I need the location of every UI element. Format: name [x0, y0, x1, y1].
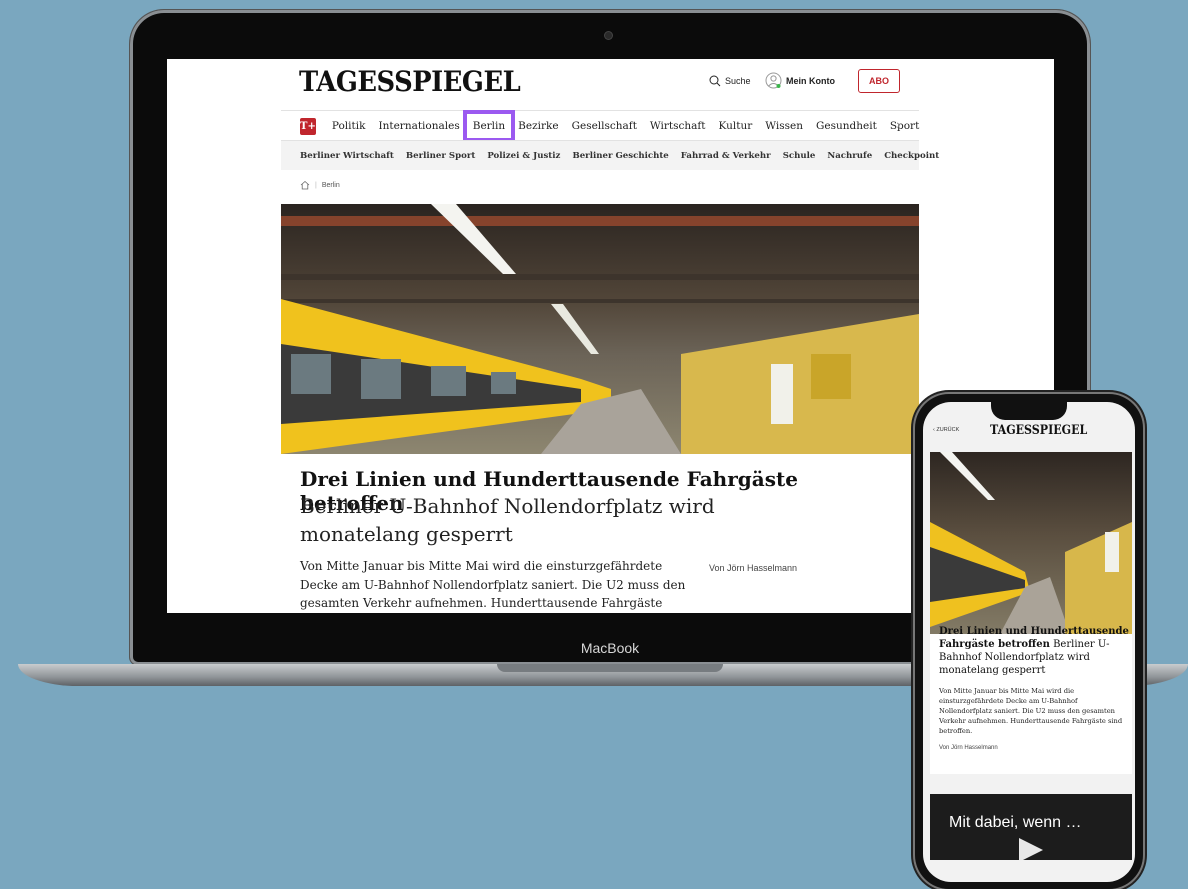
- subnav-item[interactable]: Checkpoint: [884, 151, 939, 161]
- website: TAGESSPIEGEL Suche Mein Konto ABO T+ Pol…: [281, 59, 939, 613]
- phone-video-teaser[interactable]: Mit dabei, wenn …: [930, 794, 1132, 860]
- phone-subway-photo: [930, 452, 1132, 634]
- search-label: Suche: [725, 76, 751, 86]
- subnav-item[interactable]: Berliner Wirtschaft: [300, 151, 394, 161]
- phone-notch: [991, 402, 1067, 420]
- subway-photo: [281, 204, 919, 454]
- nav-internationales[interactable]: Internationales: [378, 120, 459, 132]
- tplus-icon[interactable]: T+: [300, 117, 316, 135]
- subnav-item[interactable]: Schule: [783, 151, 816, 161]
- subnav-item[interactable]: Fahrrad & Verkehr: [681, 151, 771, 161]
- laptop-base-notch: [497, 664, 723, 672]
- account-button[interactable]: Mein Konto: [765, 72, 835, 89]
- subnav-item[interactable]: Berliner Geschichte: [572, 151, 668, 161]
- phone-article-teaser: Von Mitte Januar bis Mitte Mai wird die …: [939, 687, 1123, 735]
- play-icon[interactable]: [1019, 838, 1043, 860]
- nav-gesellschaft[interactable]: Gesellschaft: [572, 120, 637, 132]
- nav-politik[interactable]: Politik: [332, 120, 366, 132]
- camera-icon: [605, 32, 612, 39]
- article-byline[interactable]: Von Jörn Hasselmann: [709, 563, 797, 573]
- nav-gesundheit[interactable]: Gesundheit: [816, 120, 877, 132]
- nav-bezirke[interactable]: Bezirke: [518, 120, 558, 132]
- phone-hero-image: [930, 452, 1132, 634]
- nav-berlin[interactable]: Berlin: [462, 110, 516, 142]
- hero-image: [281, 204, 919, 454]
- main-navigation: T+ Politik Internationales Berlin Bezirk…: [281, 110, 919, 142]
- back-button[interactable]: ‹ ZURÜCK: [933, 427, 959, 433]
- account-label: Mein Konto: [786, 75, 835, 86]
- home-icon[interactable]: [300, 180, 310, 190]
- sub-navigation: Berliner Wirtschaft Berliner Sport Poliz…: [281, 140, 939, 170]
- search-button[interactable]: Suche: [709, 75, 751, 87]
- subnav-item[interactable]: Polizei & Justiz: [487, 151, 560, 161]
- nav-kultur[interactable]: Kultur: [719, 120, 753, 132]
- nav-sport[interactable]: Sport: [890, 120, 919, 132]
- user-icon: [765, 72, 782, 89]
- chevron-right-icon[interactable]: ›: [896, 118, 901, 133]
- breadcrumb: | Berlin: [300, 180, 340, 190]
- site-logo[interactable]: TAGESSPIEGEL: [299, 65, 521, 98]
- nav-wissen[interactable]: Wissen: [765, 120, 803, 132]
- phone-article-card[interactable]: Drei Linien und Hunderttausende Fahrgäst…: [930, 452, 1132, 774]
- article-subhead[interactable]: Berliner U-Bahnhof Nollendorfplatz wird …: [300, 492, 840, 548]
- breadcrumb-berlin[interactable]: Berlin: [322, 182, 340, 189]
- nav-wirtschaft[interactable]: Wirtschaft: [650, 120, 706, 132]
- search-icon: [709, 75, 721, 87]
- back-label: ZURÜCK: [936, 427, 960, 433]
- subnav-item[interactable]: Nachrufe: [827, 151, 872, 161]
- article-teaser: Von Mitte Januar bis Mitte Mai wird die …: [300, 559, 686, 610]
- video-title: Mit dabei, wenn …: [949, 814, 1082, 831]
- phone-logo[interactable]: TAGESSPIEGEL: [990, 423, 1087, 438]
- subnav-item[interactable]: Berliner Sport: [406, 151, 475, 161]
- phone-article-headline[interactable]: Drei Linien und Hunderttausende Fahrgäst…: [939, 625, 1129, 677]
- phone-screen: ‹ ZURÜCK TAGESSPIEGEL Drei Linien und Hu…: [923, 402, 1135, 882]
- abo-button[interactable]: ABO: [858, 69, 900, 93]
- phone-article-byline[interactable]: Von Jörn Hasselmann: [939, 745, 998, 751]
